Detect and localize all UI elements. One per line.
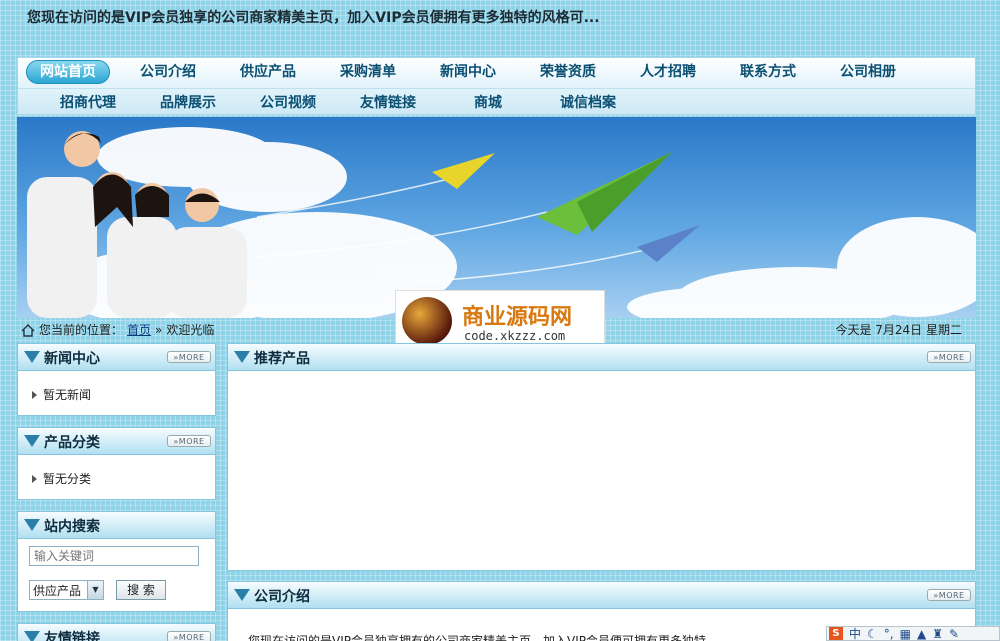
ime-language[interactable]: 中 — [849, 627, 861, 640]
search-panel-header: 站内搜索 — [18, 512, 215, 539]
nav-item-supply[interactable]: 供应产品 — [218, 58, 318, 86]
intro-panel-title: 公司介绍 — [254, 589, 310, 605]
nav-row-1: 网站首页 公司介绍 供应产品 采购清单 新闻中心 荣誉资质 人才招聘 联系方式 … — [18, 58, 918, 86]
nav-row-2: 招商代理 品牌展示 公司视频 友情链接 商城 诚信档案 — [18, 88, 975, 116]
nav-item-agency[interactable]: 招商代理 — [38, 89, 138, 116]
intro-more-button[interactable]: »MORE — [927, 589, 971, 601]
bullet-icon — [32, 390, 37, 399]
nav-item-video[interactable]: 公司视频 — [238, 89, 338, 116]
home-link[interactable]: 首页 — [127, 320, 151, 340]
nav-item-credit[interactable]: 诚信档案 — [538, 89, 638, 116]
chevron-down-icon: ▼ — [87, 581, 103, 599]
search-type-select[interactable]: 供应产品 ▼ — [29, 580, 104, 600]
main-nav: 网站首页 公司介绍 供应产品 采购清单 新闻中心 荣誉资质 人才招聘 联系方式 … — [17, 57, 976, 115]
intro-text: 您现在访问的是VIP会员独享拥有的公司商家精美主页，加入VIP会员便可拥有更多独… — [248, 634, 706, 641]
recommend-panel-title: 推荐产品 — [254, 351, 310, 367]
links-panel-header: 友情链接 »MORE — [18, 624, 215, 641]
nav-item-mall[interactable]: 商城 — [438, 89, 538, 116]
ime-toolbar[interactable]: S 中 ☾ °, ▦ ▲ ♜ ✎ — [826, 626, 1000, 641]
triangle-logo-icon — [234, 351, 250, 363]
search-panel-title: 站内搜索 — [44, 519, 100, 535]
category-panel: 产品分类 »MORE 暂无分类 — [17, 427, 216, 500]
triangle-logo-icon — [24, 435, 40, 447]
category-more-button[interactable]: »MORE — [167, 435, 211, 447]
recommend-more-button[interactable]: »MORE — [927, 351, 971, 363]
links-panel: 友情链接 »MORE — [17, 623, 216, 641]
triangle-logo-icon — [24, 351, 40, 363]
nav-item-purchase[interactable]: 采购清单 — [318, 58, 418, 86]
list-item: 暂无新闻 — [32, 386, 91, 403]
news-panel: 新闻中心 »MORE 暂无新闻 — [17, 343, 216, 416]
home-icon — [21, 323, 35, 337]
category-empty-text: 暂无分类 — [43, 472, 92, 486]
search-type-value: 供应产品 — [33, 583, 82, 598]
recommend-panel: 推荐产品 »MORE — [227, 343, 976, 571]
location-current: 欢迎光临 — [166, 323, 215, 337]
nav-item-about[interactable]: 公司介绍 — [118, 58, 218, 86]
recommend-panel-header: 推荐产品 »MORE — [228, 344, 975, 371]
sogou-icon: S — [829, 627, 843, 640]
news-empty-text: 暂无新闻 — [43, 388, 92, 402]
date-display: 今天是 7月24日 星期二 — [835, 323, 962, 337]
category-panel-header: 产品分类 »MORE — [18, 428, 215, 455]
punctuation-icon[interactable]: °, — [884, 627, 894, 640]
search-button[interactable]: 搜 索 — [116, 580, 166, 600]
news-more-button[interactable]: »MORE — [167, 351, 211, 363]
keyboard-icon[interactable]: ▦ — [900, 627, 911, 640]
shirt-icon[interactable]: ♜ — [932, 627, 943, 640]
moon-icon[interactable]: ☾ — [867, 627, 878, 640]
nav-item-links[interactable]: 友情链接 — [338, 89, 438, 116]
breadcrumb-separator: » — [155, 323, 163, 337]
nav-item-contact[interactable]: 联系方式 — [718, 58, 818, 86]
location-prefix: 您当前的位置： — [39, 323, 124, 337]
top-notice: 您现在访问的是VIP会员独享的公司商家精美主页，加入VIP会员便拥有更多独特的风… — [27, 10, 600, 26]
links-more-button[interactable]: »MORE — [167, 631, 211, 641]
nav-item-home[interactable]: 网站首页 — [18, 58, 118, 86]
intro-panel-header: 公司介绍 »MORE — [228, 582, 975, 609]
banner-image — [17, 117, 976, 318]
triangle-logo-icon — [24, 519, 40, 531]
nav-item-honors[interactable]: 荣誉资质 — [518, 58, 618, 86]
nav-item-news[interactable]: 新闻中心 — [418, 58, 518, 86]
triangle-logo-icon — [24, 631, 40, 641]
breadcrumb: 您当前的位置： 首页 » 欢迎光临 — [21, 320, 214, 340]
search-input[interactable] — [29, 546, 199, 566]
links-panel-title: 友情链接 — [44, 631, 100, 641]
location-bar: 您当前的位置： 首页 » 欢迎光临 今天是 7月24日 星期二 — [17, 320, 976, 340]
triangle-logo-icon — [234, 589, 250, 601]
wrench-icon[interactable]: ✎ — [949, 627, 959, 640]
category-panel-title: 产品分类 — [44, 435, 100, 451]
nav-item-album[interactable]: 公司相册 — [818, 58, 918, 86]
nav-item-jobs[interactable]: 人才招聘 — [618, 58, 718, 86]
nav-item-brands[interactable]: 品牌展示 — [138, 89, 238, 116]
news-panel-title: 新闻中心 — [44, 351, 100, 367]
bullet-icon — [32, 474, 37, 483]
news-panel-header: 新闻中心 »MORE — [18, 344, 215, 371]
skin-icon[interactable]: ▲ — [917, 627, 926, 640]
search-panel: 站内搜索 供应产品 ▼ 搜 索 — [17, 511, 216, 612]
list-item: 暂无分类 — [32, 470, 91, 487]
